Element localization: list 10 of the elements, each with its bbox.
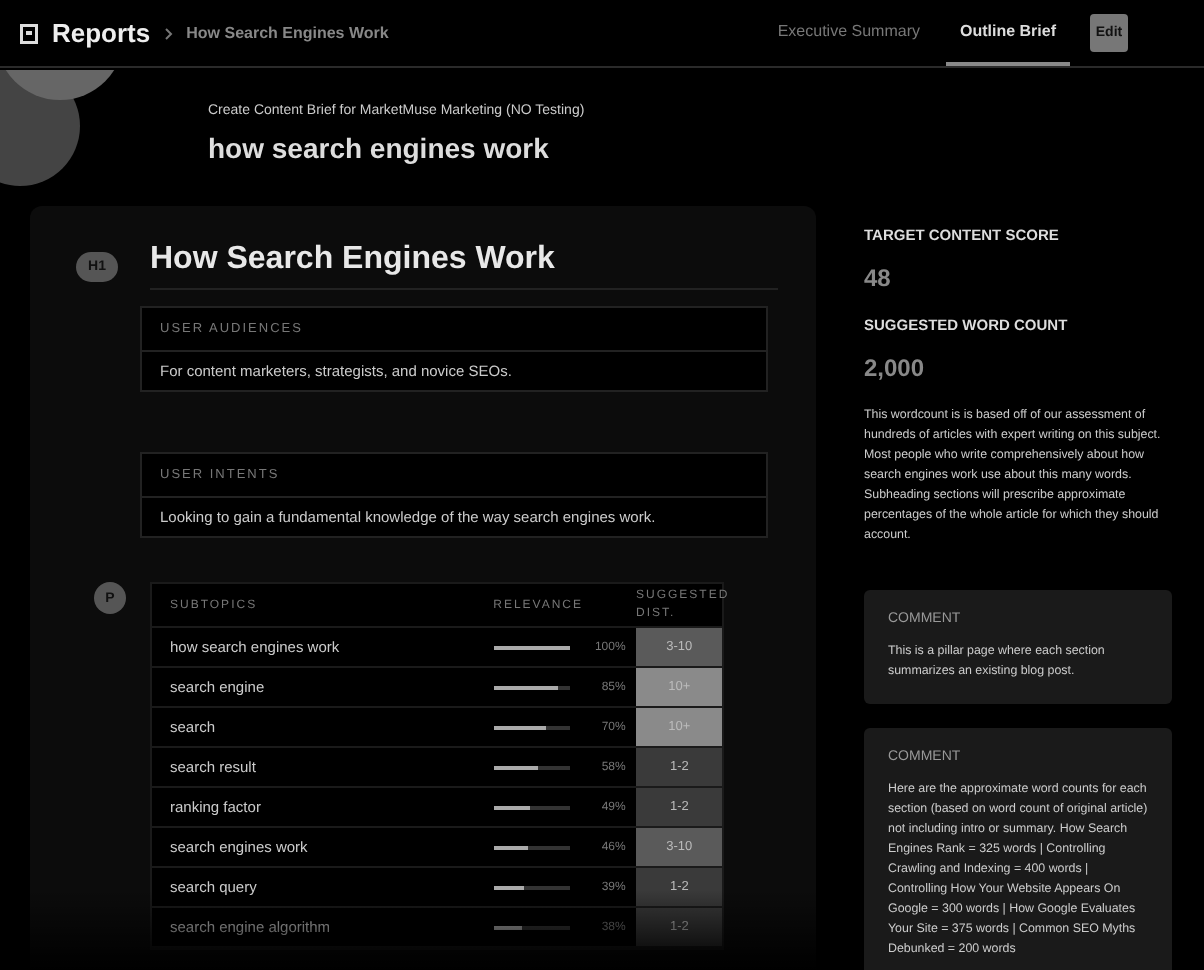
tab[interactable]: Executive Summary <box>763 0 934 66</box>
section-heading[interactable]: How Search Engines Work <box>150 242 778 290</box>
app-title[interactable]: Reports <box>52 18 151 48</box>
score-value: 48 <box>864 264 893 292</box>
tab[interactable]: Outline Brief <box>945 0 1070 66</box>
word-count-value: 2,000 <box>864 354 927 382</box>
chevron-icon <box>164 27 175 39</box>
page-title: how search engines work <box>208 132 551 164</box>
breadcrumb[interactable]: How Search Engines Work <box>186 24 389 42</box>
report-icon <box>20 23 38 43</box>
